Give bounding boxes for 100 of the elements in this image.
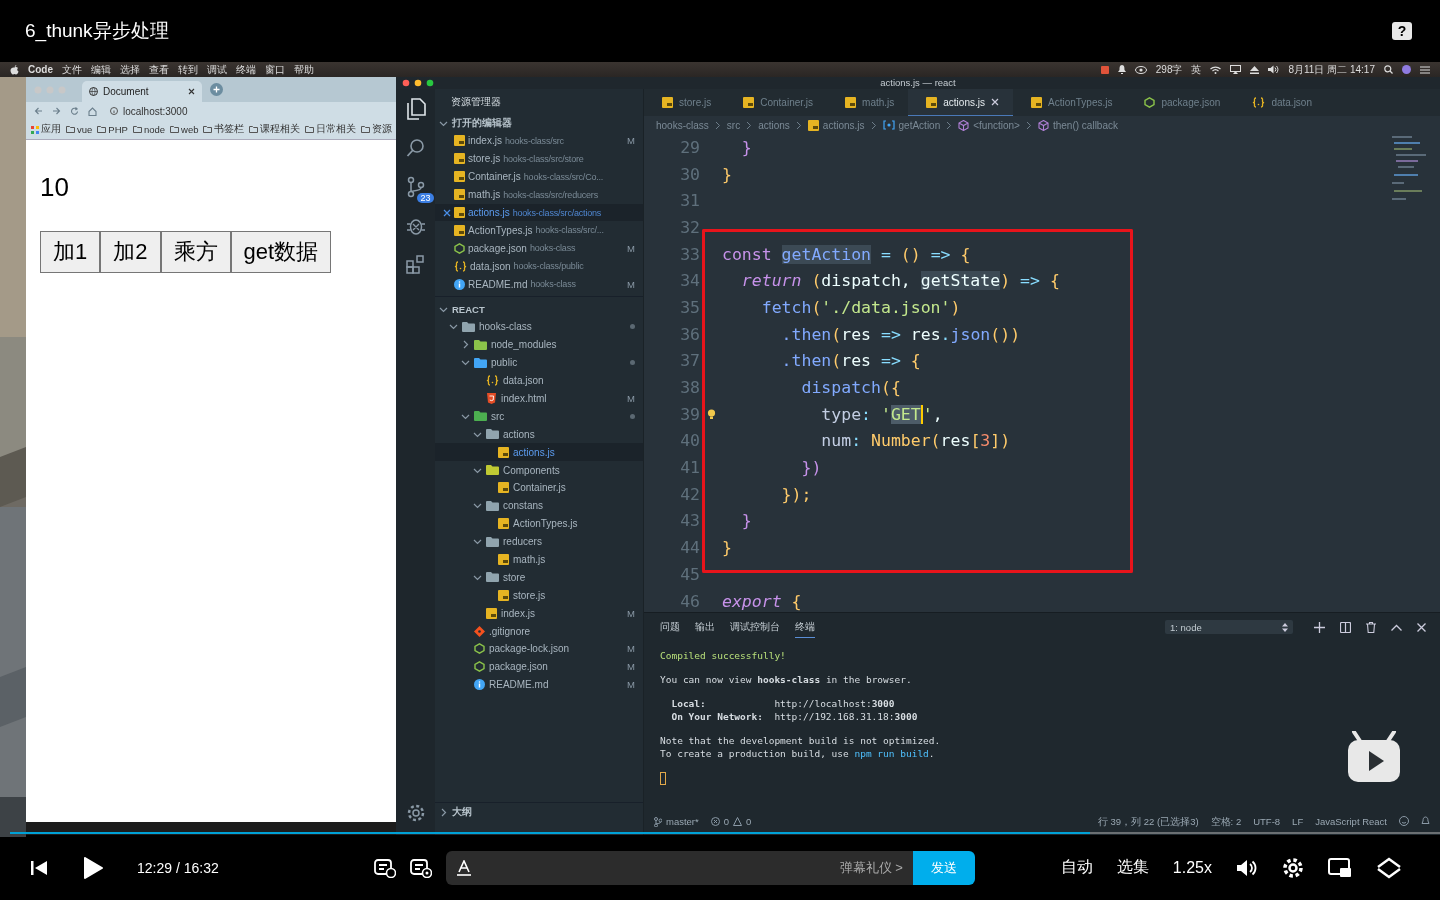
page-button[interactable]: 加2: [100, 231, 161, 273]
menu-item[interactable]: 查看: [149, 62, 169, 77]
folder-item[interactable]: node_modules: [435, 335, 643, 354]
browser-tab[interactable]: Document: [82, 81, 202, 102]
file-item[interactable]: math.js: [435, 550, 643, 569]
page-button[interactable]: 加1: [40, 231, 101, 273]
bug-icon[interactable]: [405, 216, 426, 236]
folder-item[interactable]: Components: [435, 461, 643, 480]
new-tab-icon[interactable]: [210, 83, 223, 96]
chevron-icon[interactable]: [439, 807, 448, 817]
file-item[interactable]: data.json: [435, 371, 643, 390]
open-editor-item[interactable]: Container.js hooks-class/src/Co...: [435, 167, 643, 186]
fullscreen-icon[interactable]: [1376, 856, 1402, 879]
breadcrumb[interactable]: hooks-class: [656, 119, 709, 131]
input-method[interactable]: 英: [1191, 62, 1202, 77]
open-editor-item[interactable]: data.json hooks-class/public: [435, 257, 643, 276]
panel-tab[interactable]: 调试控制台: [730, 617, 780, 637]
bookmark[interactable]: 资源: [361, 123, 393, 136]
bookmark[interactable]: vue: [66, 124, 93, 135]
font-style-icon[interactable]: [456, 859, 471, 876]
file-item[interactable]: store.js: [435, 586, 643, 605]
smiley-icon[interactable]: [1399, 816, 1409, 826]
open-editor-item[interactable]: math.js hooks-class/src/reducers: [435, 185, 643, 204]
chevron-icon[interactable]: [439, 305, 448, 314]
folder-item[interactable]: actions: [435, 425, 643, 444]
mini-player-icon[interactable]: [1328, 857, 1352, 878]
extensions-icon[interactable]: [405, 254, 426, 274]
plus-icon[interactable]: [1314, 621, 1325, 633]
editor-tab[interactable]: store.js: [644, 89, 726, 116]
address-bar[interactable]: localhost:3000: [106, 104, 192, 118]
player-option[interactable]: 选集: [1116, 857, 1149, 878]
status-item[interactable]: 行 39，列 22 (已选择3): [1097, 816, 1199, 829]
chevron-icon[interactable]: [461, 358, 470, 368]
section-header[interactable]: 大纲: [435, 802, 643, 821]
files-icon[interactable]: [405, 98, 426, 120]
folder-item[interactable]: hooks-class: [435, 318, 643, 336]
menu-item[interactable]: 编辑: [91, 62, 111, 77]
file-item[interactable]: index.html M: [435, 389, 643, 408]
lightbulb-icon[interactable]: [706, 408, 716, 420]
status-item[interactable]: LF: [1292, 816, 1304, 827]
home-icon[interactable]: [88, 106, 97, 116]
trash-icon[interactable]: [1366, 621, 1376, 633]
bookmark[interactable]: web: [170, 124, 199, 135]
open-editor-item[interactable]: actions.js hooks-class/src/actions: [435, 203, 643, 222]
bookmark[interactable]: 书签栏: [203, 123, 245, 136]
breadcrumb[interactable]: <function>: [958, 119, 1020, 131]
player-option[interactable]: 自动: [1060, 857, 1093, 878]
breadcrumb[interactable]: actions: [758, 119, 790, 131]
folder-item[interactable]: public: [435, 353, 643, 372]
danmaku-input[interactable]: 弹幕礼仪 >: [445, 850, 913, 885]
bookmark[interactable]: node: [132, 124, 165, 135]
problems-status[interactable]: 0 0: [710, 816, 752, 827]
bookmark[interactable]: 课程相关: [249, 123, 301, 136]
file-item[interactable]: Container.js: [435, 479, 643, 497]
bookmark[interactable]: PHP: [97, 124, 128, 135]
folder-item[interactable]: reducers: [435, 532, 643, 551]
editor-tab[interactable]: math.js: [827, 89, 909, 116]
breadcrumb[interactable]: then() callback: [1037, 119, 1118, 131]
chevron-icon[interactable]: [461, 340, 470, 350]
volume-icon[interactable]: [1236, 857, 1258, 878]
file-item[interactable]: actions.js: [435, 443, 643, 462]
file-item[interactable]: ActionTypes.js: [435, 514, 643, 533]
file-item[interactable]: package-lock.json M: [435, 640, 643, 658]
app-menu[interactable]: Code: [28, 64, 53, 75]
editor-tab[interactable]: data.json: [1234, 89, 1326, 116]
settings-icon[interactable]: [1282, 856, 1304, 879]
page-button[interactable]: 乘方: [160, 231, 231, 273]
chevron-icon[interactable]: [473, 501, 482, 511]
bell-icon[interactable]: [1421, 816, 1430, 826]
chevron-icon[interactable]: [449, 322, 458, 332]
panel-tab[interactable]: 问题: [660, 617, 680, 637]
reload-icon[interactable]: [70, 106, 79, 116]
editor-tab[interactable]: actions.js: [908, 89, 1013, 116]
terminal-select[interactable]: 1: node: [1165, 620, 1293, 634]
file-item[interactable]: .gitignore: [435, 622, 643, 641]
close-icon[interactable]: [188, 88, 195, 95]
breadcrumb[interactable]: actions.js: [807, 119, 865, 131]
menu-item[interactable]: 调试: [207, 62, 227, 77]
danmaku-icon[interactable]: [373, 857, 396, 878]
help-button[interactable]: ?: [1392, 22, 1412, 40]
menu-item[interactable]: 文件: [62, 62, 82, 77]
player-option[interactable]: 1.25x: [1172, 858, 1212, 877]
branch-status[interactable]: master*: [654, 816, 699, 827]
open-editor-item[interactable]: package.json hooks-class M: [435, 239, 643, 258]
menu-item[interactable]: 窗口: [265, 62, 285, 77]
menu-item[interactable]: 选择: [120, 62, 140, 77]
close-icon[interactable]: [443, 208, 451, 217]
breadcrumb[interactable]: getAction: [882, 119, 941, 131]
section-header[interactable]: 打开的编辑器: [435, 115, 643, 132]
editor-tab[interactable]: Container.js: [725, 89, 828, 116]
forward-icon[interactable]: [52, 107, 61, 115]
chevron-icon[interactable]: [439, 119, 448, 128]
chevron-up-icon[interactable]: [1391, 623, 1402, 631]
status-item[interactable]: 空格: 2: [1210, 816, 1242, 829]
previous-icon[interactable]: [31, 859, 47, 876]
search-icon[interactable]: [405, 138, 426, 158]
folder-item[interactable]: constans: [435, 496, 643, 515]
folder-item[interactable]: store: [435, 568, 643, 587]
page-button[interactable]: get数据: [230, 231, 332, 273]
folder-item[interactable]: src: [435, 407, 643, 426]
